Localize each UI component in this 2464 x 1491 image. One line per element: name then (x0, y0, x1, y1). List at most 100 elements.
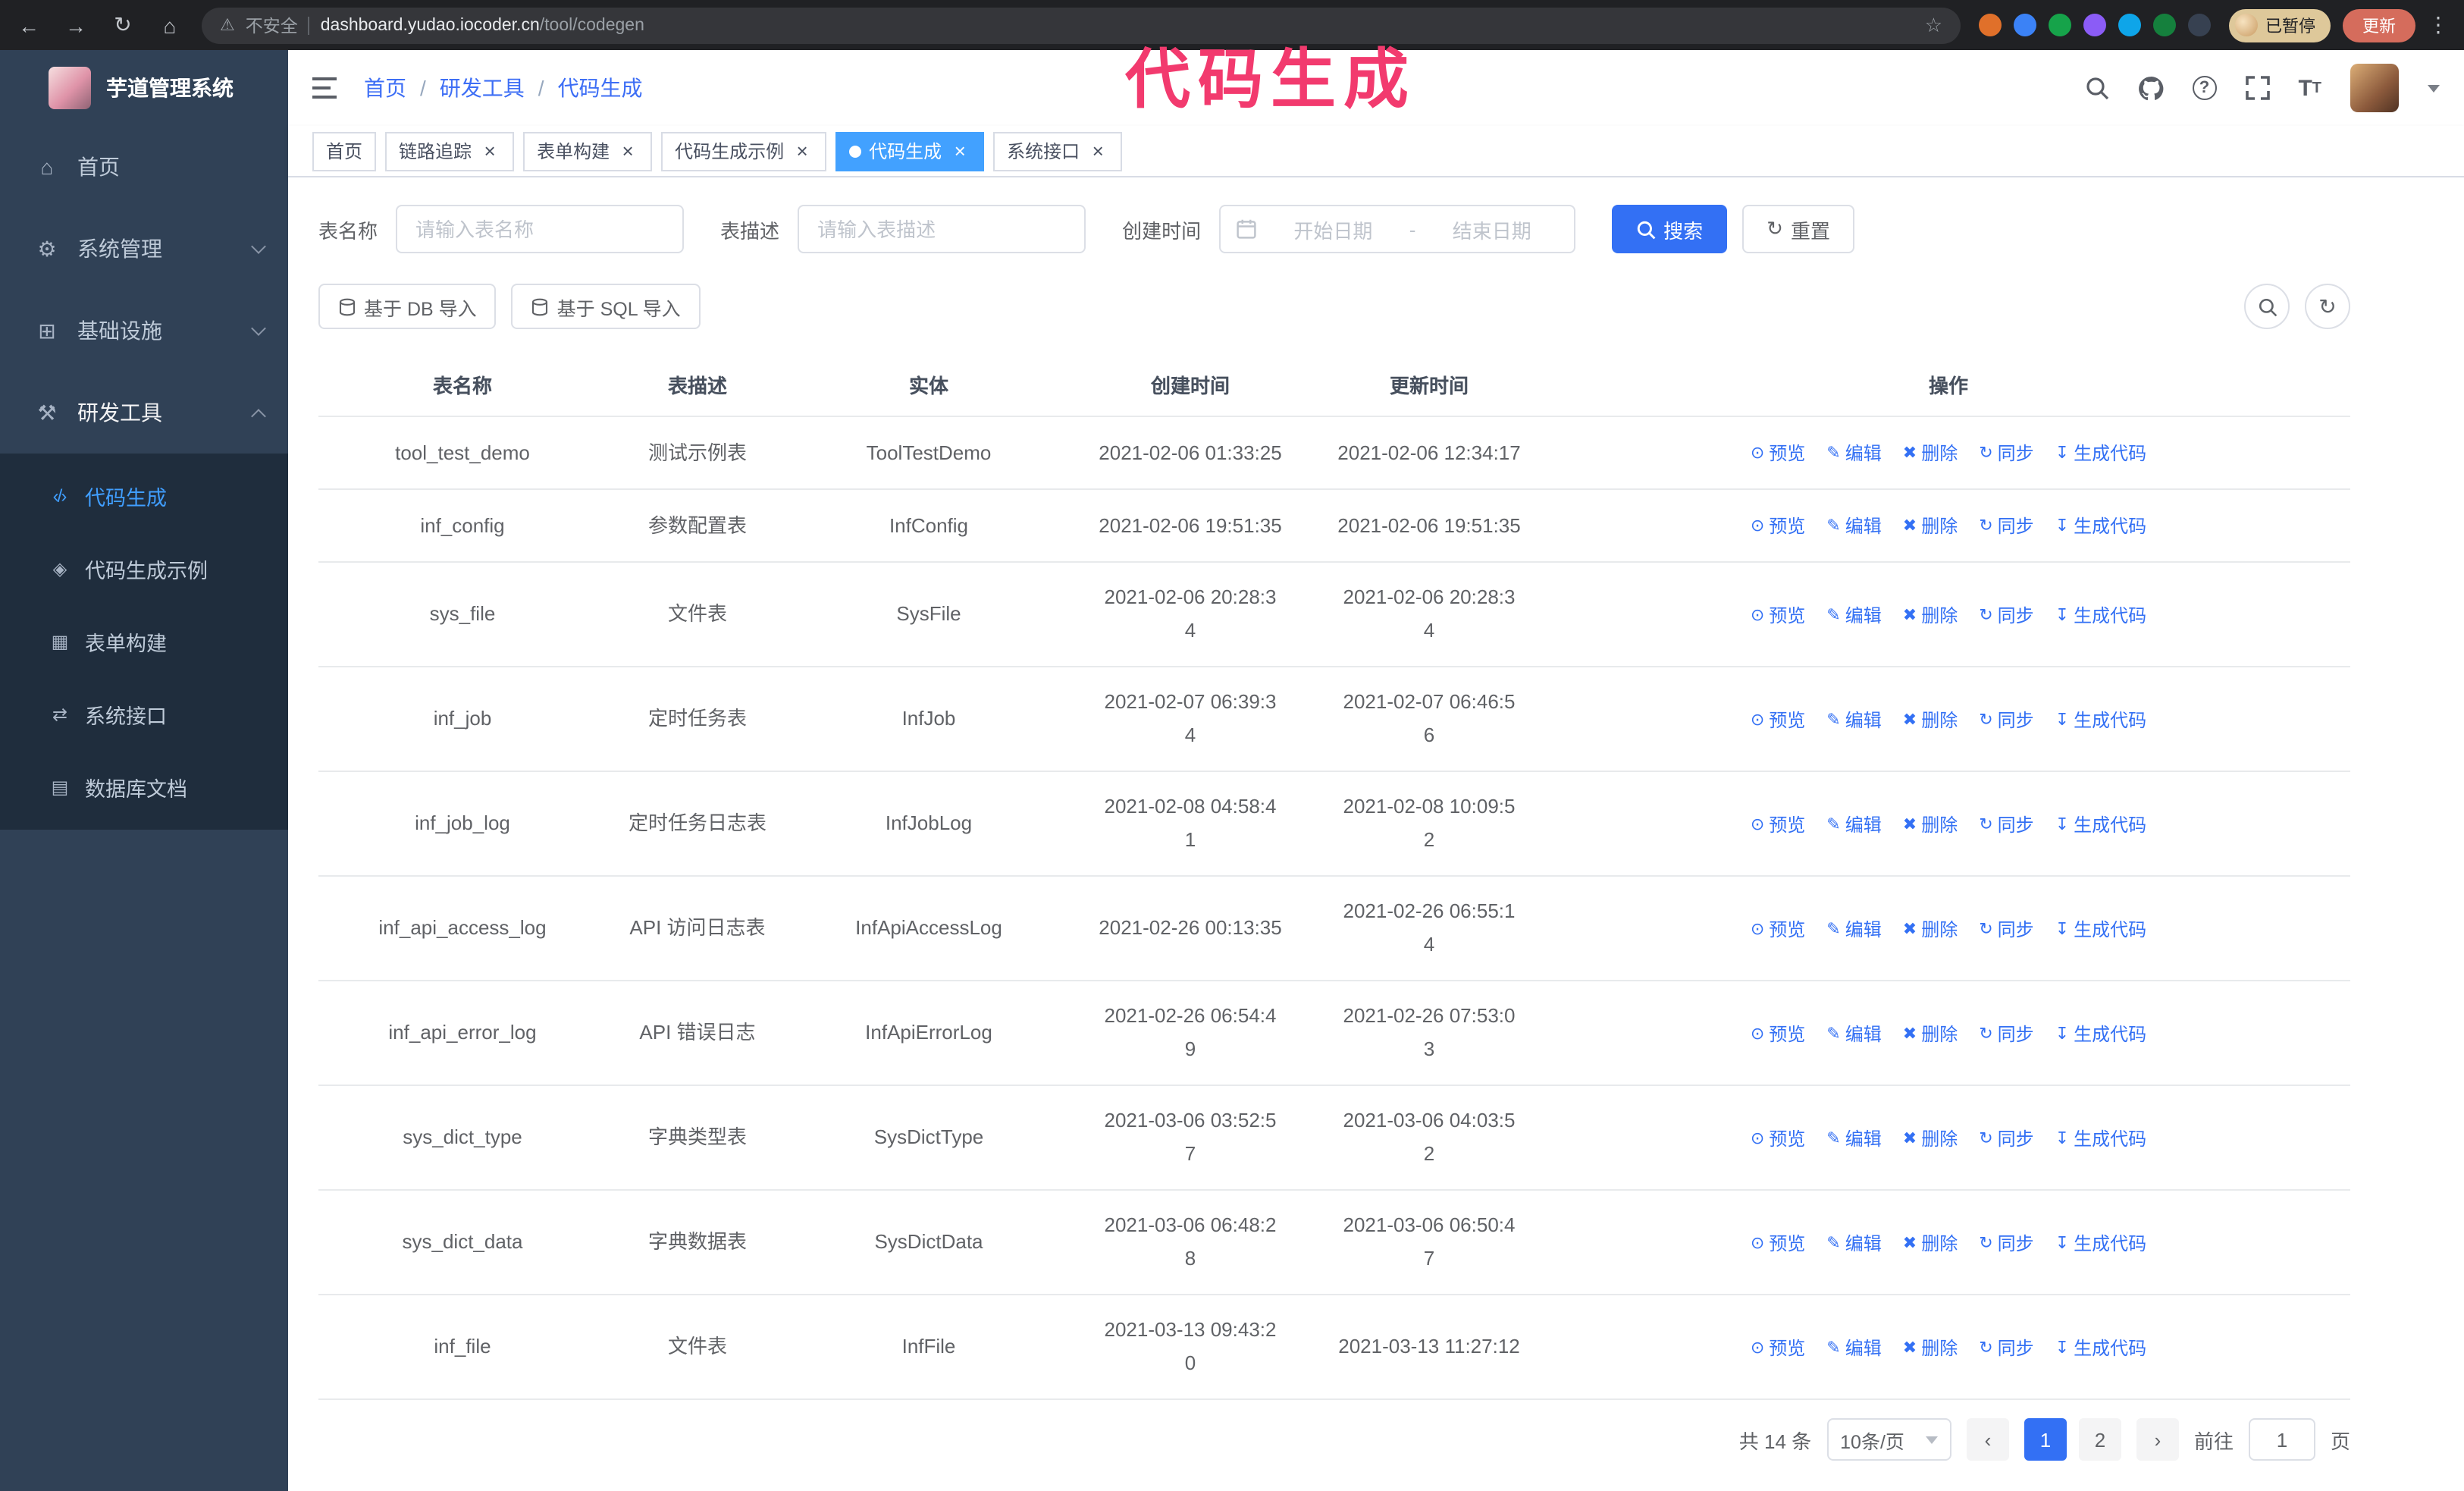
edit-link[interactable]: ✎ 编辑 (1826, 808, 1881, 841)
page-button-1[interactable]: 1 (2024, 1418, 2067, 1461)
github-icon[interactable] (2137, 75, 2163, 101)
preview-link[interactable]: ⊙ 预览 (1751, 1017, 1805, 1050)
delete-link[interactable]: ✖ 删除 (1903, 1017, 1958, 1050)
sidebar-item-devtools[interactable]: ⚒ 研发工具 (0, 372, 288, 454)
edit-link[interactable]: ✎ 编辑 (1826, 598, 1881, 632)
tab-form-builder[interactable]: 表单构建 × (523, 131, 653, 171)
sync-link[interactable]: ↻ 同步 (1979, 1331, 2033, 1364)
tab-close-icon[interactable]: × (949, 140, 970, 162)
prev-page-button[interactable]: ‹ (1966, 1418, 2009, 1461)
table-desc-input[interactable] (798, 205, 1086, 253)
search-icon[interactable] (2084, 76, 2108, 100)
extension-icon-5[interactable] (2118, 14, 2141, 36)
preview-link[interactable]: ⊙ 预览 (1751, 1331, 1805, 1364)
sync-link[interactable]: ↻ 同步 (1979, 703, 2033, 736)
import-db-button[interactable]: 基于 DB 导入 (318, 284, 497, 329)
page-size-select[interactable]: 10条/页 (1826, 1418, 1951, 1461)
home-icon[interactable]: ⌂ (156, 13, 183, 37)
chrome-update-button[interactable]: 更新 (2343, 8, 2415, 42)
delete-link[interactable]: ✖ 删除 (1903, 912, 1958, 946)
sync-link[interactable]: ↻ 同步 (1979, 437, 2033, 470)
app-logo[interactable]: 芋道管理系统 (0, 50, 288, 126)
sidebar-item-system[interactable]: ⚙ 系统管理 (0, 208, 288, 290)
breadcrumb-item[interactable]: 代码生成 (558, 73, 643, 103)
preview-link[interactable]: ⊙ 预览 (1751, 598, 1805, 632)
breadcrumb-item[interactable]: 首页 (364, 73, 406, 103)
edit-link[interactable]: ✎ 编辑 (1826, 437, 1881, 470)
generate-code-link[interactable]: ↧ 生成代码 (2055, 1226, 2146, 1260)
font-size-icon[interactable]: TT (2298, 75, 2321, 101)
browser-menu-icon[interactable]: ⋮ (2428, 12, 2449, 38)
sync-link[interactable]: ↻ 同步 (1979, 1017, 2033, 1050)
extension-icon-2[interactable] (2014, 14, 2036, 36)
preview-link[interactable]: ⊙ 预览 (1751, 912, 1805, 946)
sync-link[interactable]: ↻ 同步 (1979, 510, 2033, 543)
toggle-search-button[interactable] (2244, 284, 2290, 329)
import-sql-button[interactable]: 基于 SQL 导入 (511, 284, 701, 329)
generate-code-link[interactable]: ↧ 生成代码 (2055, 1331, 2146, 1364)
tab-codegen-example[interactable]: 代码生成示例 × (661, 131, 827, 171)
preview-link[interactable]: ⊙ 预览 (1751, 808, 1805, 841)
sidebar-subitem-codegen-example[interactable]: ◈ 代码生成示例 (0, 532, 288, 605)
tab-close-icon[interactable]: × (479, 140, 500, 162)
help-icon[interactable]: ? (2192, 76, 2217, 100)
delete-link[interactable]: ✖ 删除 (1903, 1226, 1958, 1260)
generate-code-link[interactable]: ↧ 生成代码 (2055, 703, 2146, 736)
sidebar-item-infrastructure[interactable]: ⊞ 基础设施 (0, 290, 288, 372)
extension-icon-7[interactable] (2188, 14, 2211, 36)
generate-code-link[interactable]: ↧ 生成代码 (2055, 510, 2146, 543)
preview-link[interactable]: ⊙ 预览 (1751, 510, 1805, 543)
edit-link[interactable]: ✎ 编辑 (1826, 1122, 1881, 1155)
extension-icon-6[interactable] (2153, 14, 2176, 36)
generate-code-link[interactable]: ↧ 生成代码 (2055, 912, 2146, 946)
tab-tracing[interactable]: 链路追踪 × (385, 131, 515, 171)
back-icon[interactable]: ← (15, 13, 42, 37)
edit-link[interactable]: ✎ 编辑 (1826, 1226, 1881, 1260)
delete-link[interactable]: ✖ 删除 (1903, 808, 1958, 841)
profile-paused-badge[interactable]: 已暂停 (2229, 8, 2331, 42)
bookmark-star-icon[interactable]: ☆ (1925, 13, 1942, 37)
preview-link[interactable]: ⊙ 预览 (1751, 437, 1805, 470)
extension-icon-3[interactable] (2049, 14, 2071, 36)
page-button-2[interactable]: 2 (2078, 1418, 2121, 1461)
sidebar-item-home[interactable]: ⌂ 首页 (0, 126, 288, 208)
delete-link[interactable]: ✖ 删除 (1903, 1331, 1958, 1364)
edit-link[interactable]: ✎ 编辑 (1826, 703, 1881, 736)
sidebar-subitem-api[interactable]: ⇄ 系统接口 (0, 678, 288, 751)
tab-close-icon[interactable]: × (792, 140, 813, 162)
tab-home[interactable]: 首页 (312, 131, 377, 171)
fullscreen-icon[interactable] (2245, 76, 2270, 100)
table-name-input[interactable] (396, 205, 685, 253)
sync-link[interactable]: ↻ 同步 (1979, 1226, 2033, 1260)
sidebar-subitem-codegen[interactable]: ‹/› 代码生成 (0, 460, 288, 532)
generate-code-link[interactable]: ↧ 生成代码 (2055, 437, 2146, 470)
edit-link[interactable]: ✎ 编辑 (1826, 1331, 1881, 1364)
preview-link[interactable]: ⊙ 预览 (1751, 703, 1805, 736)
delete-link[interactable]: ✖ 删除 (1903, 510, 1958, 543)
tab-codegen[interactable]: 代码生成 × (835, 131, 985, 171)
extension-icon-1[interactable] (1979, 14, 2002, 36)
sidebar-subitem-db-doc[interactable]: ▤ 数据库文档 (0, 751, 288, 824)
user-avatar[interactable] (2350, 64, 2399, 112)
generate-code-link[interactable]: ↧ 生成代码 (2055, 598, 2146, 632)
tab-close-icon[interactable]: × (617, 140, 638, 162)
sync-link[interactable]: ↻ 同步 (1979, 598, 2033, 632)
delete-link[interactable]: ✖ 删除 (1903, 1122, 1958, 1155)
search-button[interactable]: 搜索 (1612, 205, 1728, 253)
chevron-down-icon[interactable] (2428, 84, 2440, 92)
tab-api[interactable]: 系统接口 × (993, 131, 1123, 171)
tab-close-icon[interactable]: × (1087, 140, 1108, 162)
date-range-picker[interactable]: 开始日期 - 结束日期 (1219, 205, 1576, 253)
delete-link[interactable]: ✖ 删除 (1903, 703, 1958, 736)
generate-code-link[interactable]: ↧ 生成代码 (2055, 808, 2146, 841)
sync-link[interactable]: ↻ 同步 (1979, 912, 2033, 946)
refresh-table-button[interactable]: ↻ (2305, 284, 2350, 329)
goto-page-input[interactable] (2248, 1418, 2315, 1461)
edit-link[interactable]: ✎ 编辑 (1826, 912, 1881, 946)
next-page-button[interactable]: › (2136, 1418, 2179, 1461)
preview-link[interactable]: ⊙ 预览 (1751, 1122, 1805, 1155)
sidebar-collapse-icon[interactable] (312, 76, 340, 100)
preview-link[interactable]: ⊙ 预览 (1751, 1226, 1805, 1260)
edit-link[interactable]: ✎ 编辑 (1826, 510, 1881, 543)
sync-link[interactable]: ↻ 同步 (1979, 1122, 2033, 1155)
